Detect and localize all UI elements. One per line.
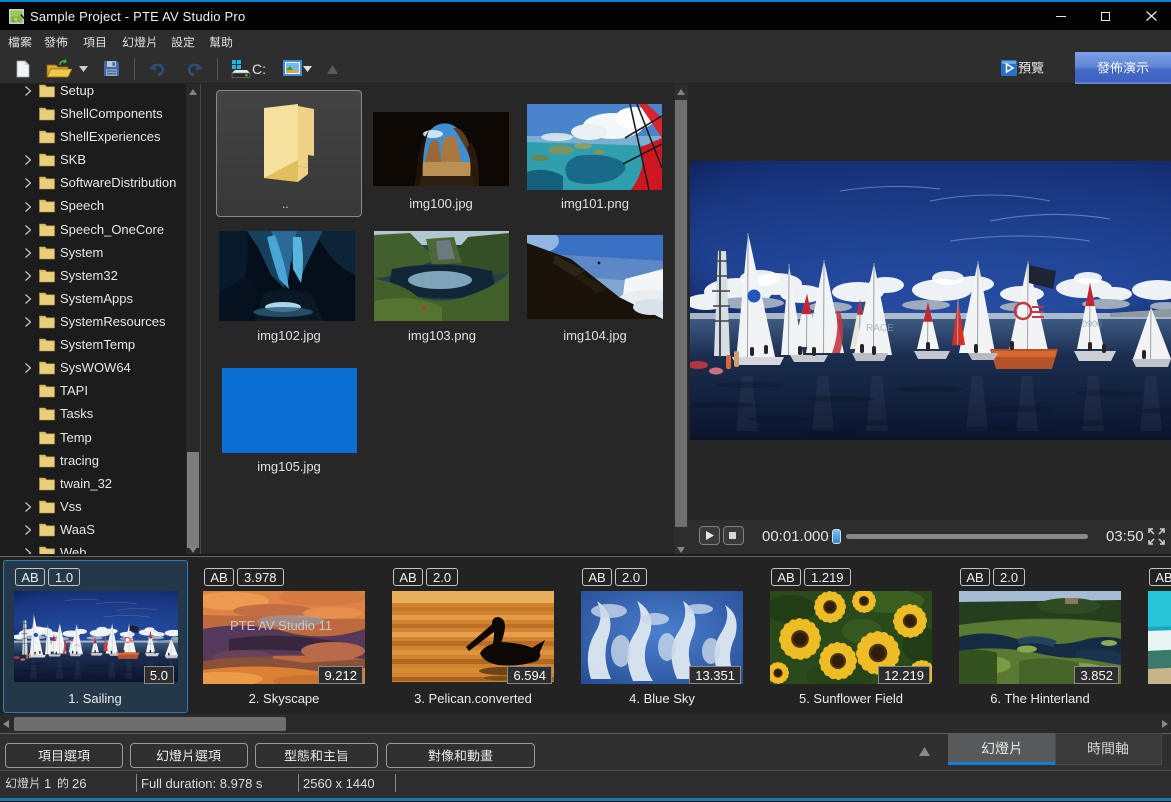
svg-text:PTE AV Studio 11: PTE AV Studio 11 (230, 618, 332, 633)
svg-text:RACE: RACE (866, 323, 894, 334)
svg-text:0900: 0900 (1082, 319, 1102, 329)
